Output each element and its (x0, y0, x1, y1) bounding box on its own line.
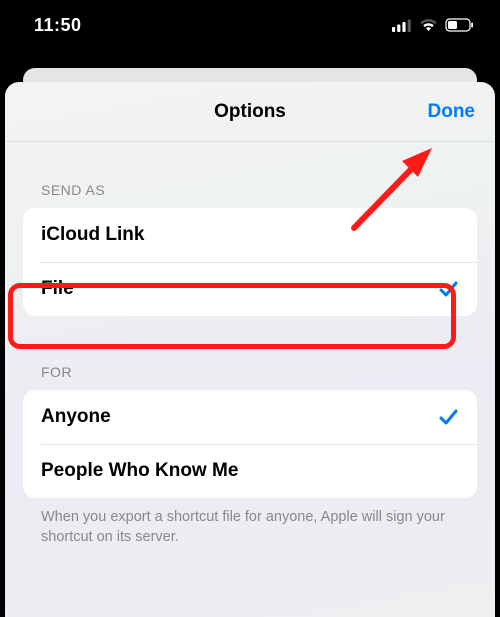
status-time: 11:50 (34, 15, 82, 36)
section-header-for: FOR (23, 316, 477, 390)
row-label: File (41, 278, 74, 300)
checkmark-icon (437, 406, 459, 428)
row-label: People Who Know Me (41, 460, 238, 482)
row-anyone[interactable]: Anyone (23, 390, 477, 444)
page-title: Options (214, 101, 286, 123)
section-header-send-as: SEND AS (23, 142, 477, 208)
row-people-who-know-me[interactable]: People Who Know Me (23, 444, 477, 498)
for-group: Anyone People Who Know Me (23, 390, 477, 498)
send-as-group: iCloud Link File (23, 208, 477, 316)
content: SEND AS iCloud Link File FOR Anyone Peop… (5, 142, 495, 617)
row-file[interactable]: File (23, 262, 477, 316)
row-label: Anyone (41, 406, 111, 428)
options-sheet: Options Done SEND AS iCloud Link File FO… (5, 82, 495, 617)
row-icloud-link[interactable]: iCloud Link (23, 208, 477, 262)
row-label: iCloud Link (41, 224, 144, 246)
wifi-icon (419, 18, 438, 32)
status-bar: 11:50 (0, 0, 500, 50)
footer-text: When you export a shortcut file for anyo… (23, 498, 477, 547)
nav-bar: Options Done (5, 82, 495, 142)
checkmark-icon (437, 278, 459, 300)
status-icons (392, 18, 474, 32)
cellular-icon (392, 19, 412, 32)
done-button[interactable]: Done (428, 101, 476, 123)
battery-icon (445, 18, 474, 32)
